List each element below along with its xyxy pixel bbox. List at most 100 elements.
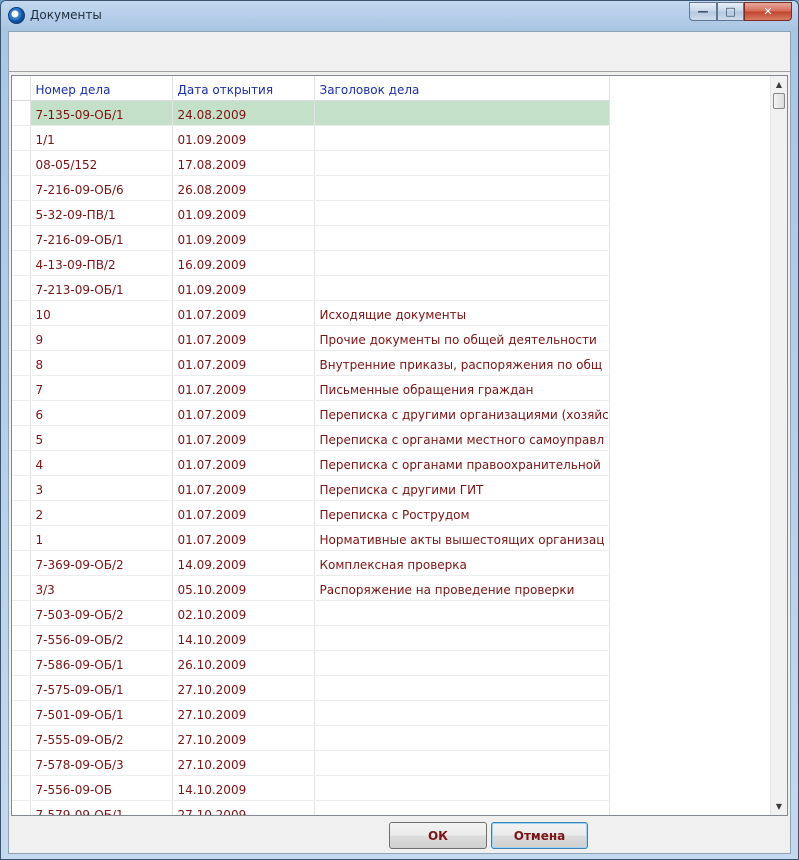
cell-case-number[interactable]: 7-216-09-ОБ/6	[30, 175, 173, 201]
cell-open-date[interactable]: 01.07.2009	[172, 325, 315, 351]
cell-open-date[interactable]: 05.10.2009	[172, 575, 315, 601]
row-selector[interactable]	[12, 150, 31, 176]
row-selector[interactable]	[12, 350, 31, 376]
table-row[interactable]: 7-503-09-ОБ/2 02.10.2009	[12, 600, 610, 626]
cell-case-title[interactable]	[314, 275, 610, 301]
cell-case-title[interactable]	[314, 700, 610, 726]
row-selector[interactable]	[12, 325, 31, 351]
scroll-down-button[interactable]: ▼	[771, 798, 787, 815]
cell-open-date[interactable]: 01.09.2009	[172, 225, 315, 251]
cell-case-number[interactable]: 5	[30, 425, 173, 451]
vertical-scrollbar[interactable]: ▲ ▼	[770, 76, 787, 815]
cell-case-number[interactable]: 1	[30, 525, 173, 551]
row-selector[interactable]	[12, 275, 31, 301]
cell-case-title[interactable]: Комплексная проверка	[314, 550, 610, 576]
table-row[interactable]: 7 01.07.2009 Письменные обращения граждан	[12, 375, 610, 401]
cell-case-title[interactable]	[314, 250, 610, 276]
row-selector[interactable]	[12, 600, 31, 626]
row-selector[interactable]	[12, 250, 31, 276]
row-selector[interactable]	[12, 475, 31, 501]
table-row[interactable]: 7-556-09-ОБ/2 14.10.2009	[12, 625, 610, 651]
cell-open-date[interactable]: 26.08.2009	[172, 175, 315, 201]
cell-case-number[interactable]: 3/3	[30, 575, 173, 601]
cell-case-title[interactable]: Переписка с органами правоохранительной	[314, 450, 610, 476]
row-selector[interactable]	[12, 650, 31, 676]
row-selector[interactable]	[12, 175, 31, 201]
cell-case-title[interactable]: Исходящие документы	[314, 300, 610, 326]
row-selector[interactable]	[12, 400, 31, 426]
cell-case-number[interactable]: 7-135-09-ОБ/1	[30, 100, 173, 126]
cell-case-number[interactable]: 7-555-09-ОБ/2	[30, 725, 173, 751]
cell-open-date[interactable]: 14.10.2009	[172, 625, 315, 651]
row-selector[interactable]	[12, 525, 31, 551]
cell-open-date[interactable]: 16.09.2009	[172, 250, 315, 276]
scroll-up-button[interactable]: ▲	[771, 76, 787, 93]
row-selector[interactable]	[12, 450, 31, 476]
table-row[interactable]: 6 01.07.2009 Переписка с другими организац…	[12, 400, 610, 426]
row-selector[interactable]	[12, 300, 31, 326]
cell-open-date[interactable]: 27.10.2009	[172, 725, 315, 751]
cell-case-title[interactable]: Внутренние приказы, распоряжения по общ	[314, 350, 610, 376]
cell-case-number[interactable]: 7-369-09-ОБ/2	[30, 550, 173, 576]
row-selector[interactable]	[12, 775, 31, 801]
cell-case-title[interactable]	[314, 675, 610, 701]
maximize-button[interactable]: □	[717, 2, 744, 21]
table-row[interactable]: 4-13-09-ПВ/2 16.09.2009	[12, 250, 610, 276]
cell-case-title[interactable]: Нормативные акты вышестоящих организац	[314, 525, 610, 551]
cell-open-date[interactable]: 27.10.2009	[172, 800, 315, 815]
cell-case-title[interactable]	[314, 200, 610, 226]
table-row[interactable]: 4 01.07.2009 Переписка с органами правоохр…	[12, 450, 610, 476]
table-row[interactable]: 8 01.07.2009 Внутренние приказы, распоряже…	[12, 350, 610, 376]
cell-case-number[interactable]: 2	[30, 500, 173, 526]
table-row[interactable]: 7-555-09-ОБ/2 27.10.2009	[12, 725, 610, 751]
cell-open-date[interactable]: 27.10.2009	[172, 700, 315, 726]
cell-case-number[interactable]: 7-575-09-ОБ/1	[30, 675, 173, 701]
column-header-open-date[interactable]: Дата открытия	[172, 76, 315, 101]
cell-case-number[interactable]: 7-213-09-ОБ/1	[30, 275, 173, 301]
column-header-case-title[interactable]: Заголовок дела	[314, 76, 610, 101]
cell-case-number[interactable]: 7-586-09-ОБ/1	[30, 650, 173, 676]
table-row[interactable]: 5 01.07.2009 Переписка с органами местного…	[12, 425, 610, 451]
cell-case-number[interactable]: 08-05/152	[30, 150, 173, 176]
minimize-button[interactable]: —	[689, 2, 717, 21]
table-row[interactable]: 7-579-09-ОБ/1 27.10.2009	[12, 800, 610, 815]
cell-case-title[interactable]	[314, 150, 610, 176]
cell-case-number[interactable]: 7-503-09-ОБ/2	[30, 600, 173, 626]
table-row[interactable]: 3/3 05.10.2009 Распоряжение на проведение …	[12, 575, 610, 601]
table-row[interactable]: 7-501-09-ОБ/1 27.10.2009	[12, 700, 610, 726]
row-selector[interactable]	[12, 725, 31, 751]
cell-case-title[interactable]	[314, 750, 610, 776]
cell-open-date[interactable]: 01.07.2009	[172, 425, 315, 451]
row-selector[interactable]	[12, 575, 31, 601]
cell-case-number[interactable]: 7-501-09-ОБ/1	[30, 700, 173, 726]
cell-case-title[interactable]	[314, 625, 610, 651]
close-button[interactable]: ✕	[744, 2, 792, 21]
cell-case-number[interactable]: 3	[30, 475, 173, 501]
cell-open-date[interactable]: 01.07.2009	[172, 350, 315, 376]
cell-case-title[interactable]: Прочие документы по общей деятельности	[314, 325, 610, 351]
cell-case-number[interactable]: 7-556-09-ОБ/2	[30, 625, 173, 651]
cell-case-title[interactable]	[314, 125, 610, 151]
table-row[interactable]: 7-586-09-ОБ/1 26.10.2009	[12, 650, 610, 676]
cancel-button[interactable]: Отмена	[491, 822, 588, 849]
table-row[interactable]: 7-575-09-ОБ/1 27.10.2009	[12, 675, 610, 701]
cell-case-title[interactable]	[314, 775, 610, 801]
row-selector[interactable]	[12, 425, 31, 451]
cell-case-number[interactable]: 10	[30, 300, 173, 326]
cell-open-date[interactable]: 01.09.2009	[172, 125, 315, 151]
cell-open-date[interactable]: 26.10.2009	[172, 650, 315, 676]
cell-open-date[interactable]: 27.10.2009	[172, 750, 315, 776]
row-selector[interactable]	[12, 625, 31, 651]
row-selector[interactable]	[12, 225, 31, 251]
cell-case-number[interactable]: 5-32-09-ПВ/1	[30, 200, 173, 226]
cell-open-date[interactable]: 14.09.2009	[172, 550, 315, 576]
table-row[interactable]: 7-216-09-ОБ/6 26.08.2009	[12, 175, 610, 201]
cell-case-title[interactable]	[314, 725, 610, 751]
row-selector[interactable]	[12, 550, 31, 576]
scrollbar-thumb[interactable]	[773, 93, 785, 109]
table-row[interactable]: 7-369-09-ОБ/2 14.09.2009 Комплексная прове…	[12, 550, 610, 576]
row-selector[interactable]	[12, 675, 31, 701]
cell-case-title[interactable]: Переписка с другими ГИТ	[314, 475, 610, 501]
cell-open-date[interactable]: 01.09.2009	[172, 275, 315, 301]
cell-case-title[interactable]: Распоряжение на проведение проверки	[314, 575, 610, 601]
